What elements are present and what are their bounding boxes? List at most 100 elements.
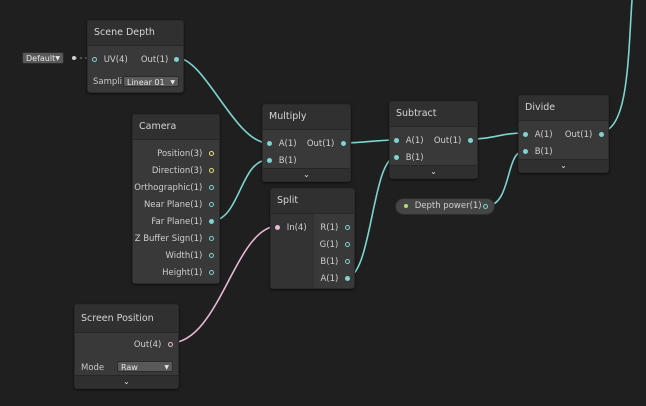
port-socket-icon [209,202,214,207]
triangle-down-icon: ▼ [170,79,175,86]
mode-dropdown[interactable]: Raw ▼ [117,361,173,372]
port-socket-icon [168,342,173,347]
chevron-down-icon: ⌄ [303,170,310,179]
port-uv-in[interactable]: UV(4) [92,55,128,65]
port-label: Out(4) [133,340,162,350]
uv-default-dropdown[interactable]: Default ▼ [22,52,64,64]
port-position[interactable]: Position(3) [157,149,214,159]
sampling-dropdown[interactable]: Linear 01 ▼ [123,76,179,87]
wire-subtract-divide [469,132,525,140]
node-split[interactable]: Split In(4) R(1) G(1) B(1) A(1) [270,188,355,289]
node-subtract[interactable]: Subtract A(1) B(1) Out(1) ⌄ [389,101,478,179]
expand-button[interactable]: ⌄ [519,159,608,172]
node-title: Screen Position [75,305,178,333]
property-status-icon [404,203,408,208]
port-label: Position(3) [157,149,203,159]
port-label: Z Buffer Sign(1) [134,234,203,244]
port-label: B(1) [278,156,297,166]
node-title: Split [271,189,354,214]
port-b-in[interactable]: B(1) [394,153,424,163]
port-label: Height(1) [162,268,203,278]
port-b-in[interactable]: B(1) [523,147,553,157]
port-width[interactable]: Width(1) [166,251,214,261]
mode-label: Mode [81,363,105,373]
node-camera[interactable]: Camera Position(3) Direction(3) Orthogra… [132,114,220,284]
port-height[interactable]: Height(1) [162,268,214,278]
port-label: Direction(3) [151,166,203,176]
port-a-out[interactable]: A(1) [320,274,350,284]
port-b-in[interactable]: B(1) [267,156,297,166]
property-label: Depth power(1) [414,201,482,211]
port-label: Out(1) [306,139,335,149]
port-socket-icon [345,259,350,264]
port-r-out[interactable]: R(1) [320,223,350,233]
expand-button[interactable]: ⌄ [390,165,477,178]
port-socket-icon [209,270,214,275]
port-socket-icon [92,57,97,62]
port-socket-icon [394,138,399,143]
port-socket-icon [599,132,604,137]
port-label: A(1) [320,274,339,284]
port-near-plane[interactable]: Near Plane(1) [144,200,214,210]
port-label: UV(4) [103,55,128,65]
port-socket-icon [209,236,214,241]
node-title: Divide [519,96,608,121]
node-multiply[interactable]: Multiply A(1) B(1) Out(1) ⌄ [262,104,351,182]
port-socket-icon [267,158,272,163]
port-socket-icon [209,253,214,258]
port-out[interactable]: Out(1) [307,139,346,149]
port-out[interactable]: Out(1) [434,136,473,146]
port-label: A(1) [534,130,553,140]
expand-button[interactable]: ⌄ [263,168,350,181]
port-g-out[interactable]: G(1) [320,240,350,250]
port-in[interactable]: In(4) [275,223,307,233]
chevron-down-icon: ⌄ [430,167,437,176]
port-socket-icon [523,132,528,137]
port-a-in[interactable]: A(1) [394,136,424,146]
port-label: G(1) [319,240,339,250]
port-socket-icon [209,168,214,173]
port-orthographic[interactable]: Orthographic(1) [134,183,214,193]
port-label: In(4) [286,223,307,233]
sampling-label: Sampli [93,77,123,87]
property-depth-power[interactable]: Depth power(1) [395,198,495,215]
port-label: R(1) [320,223,339,233]
node-divide[interactable]: Divide A(1) B(1) Out(1) ⌄ [518,95,609,173]
port-label: Width(1) [165,251,203,261]
node-scene-depth[interactable]: Scene Depth UV(4) Out(1) Sampli Linear 0… [87,20,184,93]
uv-default-value: Default [26,54,56,63]
port-out[interactable]: Out(1) [141,55,179,65]
port-direction[interactable]: Direction(3) [152,166,214,176]
port-z-buffer-sign[interactable]: Z Buffer Sign(1) [135,234,214,244]
port-socket-icon [345,276,350,281]
port-socket-icon [394,155,399,160]
chevron-down-icon: ⌄ [560,161,567,170]
port-socket-icon [483,204,488,209]
node-screen-position[interactable]: Screen Position Out(4) Mode Raw ▼ ⌄ [74,304,179,389]
port-socket-icon [174,57,179,62]
port-far-plane[interactable]: Far Plane(1) [151,217,214,227]
mode-value: Raw [121,363,138,372]
port-label: Out(1) [140,55,169,65]
port-a-in[interactable]: A(1) [523,130,553,140]
node-title: Subtract [390,102,477,127]
port-b-out[interactable]: B(1) [320,257,350,267]
port-out[interactable]: Out(4) [134,340,173,350]
port-socket-icon [209,185,214,190]
node-title: Scene Depth [88,21,183,46]
port-label: Near Plane(1) [143,200,203,210]
port-socket-icon [468,138,473,143]
port-label: A(1) [278,139,297,149]
port-socket-icon [345,225,350,230]
port-label: Orthographic(1) [134,183,203,193]
node-title: Multiply [263,105,350,130]
port-socket-icon [341,141,346,146]
graph-canvas[interactable]: Default ▼ Scene Depth UV(4) Out(1) Sampl… [0,0,646,406]
port-out[interactable]: Out(1) [565,130,604,140]
port-label: B(1) [534,147,553,157]
port-socket-icon [275,225,280,230]
expand-button[interactable]: ⌄ [75,375,178,388]
triangle-down-icon: ▼ [55,55,60,62]
port-label: B(1) [405,153,424,163]
port-a-in[interactable]: A(1) [267,139,297,149]
